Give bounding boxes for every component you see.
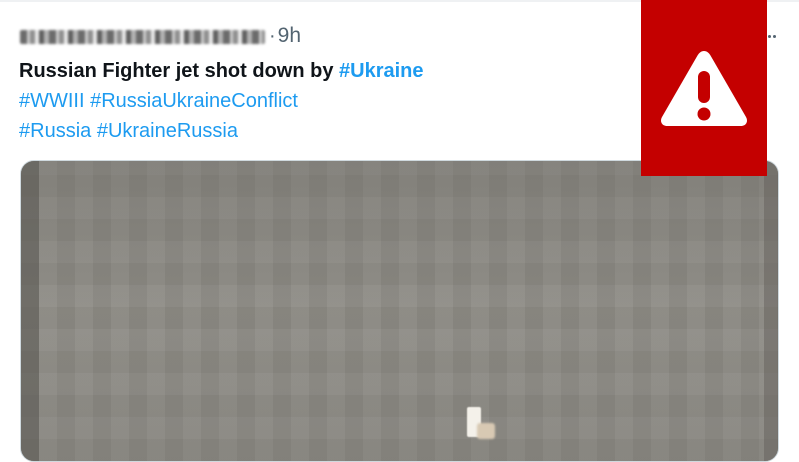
tweet-timestamp[interactable]: 9h [278,24,301,48]
tweet-header: · 9h [20,24,301,48]
warning-icon [661,51,747,126]
hashtag-link[interactable]: #Ukraine [339,60,424,82]
hashtag-link[interactable]: #Russia [19,120,91,142]
tweet-media-video[interactable] [20,160,779,462]
tweet-text: Russian Fighter jet shot down by #Ukrain… [19,56,639,146]
video-frame [21,161,778,461]
jet-smoke [477,423,495,439]
author-name-redacted [20,30,265,44]
separator-dot: · [269,24,276,47]
tweet-text-line-2: #WWIII #RussiaUkraineConflict [19,86,639,116]
tweet-text-line-1: Russian Fighter jet shot down by #Ukrain… [19,56,639,86]
video-frame-edge [764,161,778,461]
hashtag-link[interactable]: #UkraineRussia [97,120,238,142]
tweet-headline: Russian Fighter jet shot down by [19,60,334,82]
tweet-text-line-3: #Russia #UkraineRussia [19,116,639,146]
hashtag-link[interactable]: #RussiaUkraineConflict [90,90,298,112]
video-frame-edge [21,161,39,461]
warning-badge [641,0,767,176]
hashtag-link[interactable]: #WWIII [19,90,85,112]
